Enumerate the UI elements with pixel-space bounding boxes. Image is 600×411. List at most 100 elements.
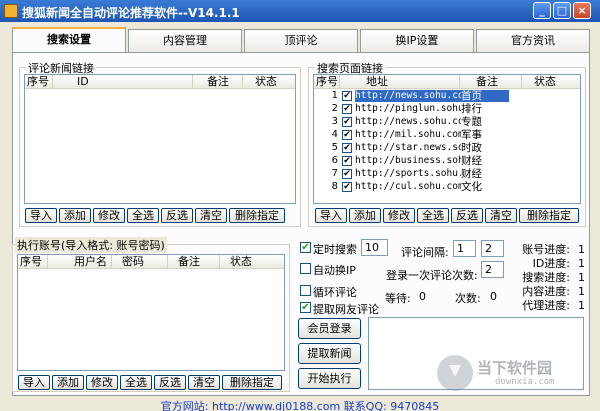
select-all-button[interactable]: 全选 bbox=[417, 208, 449, 223]
row-checkbox[interactable]: ✔ bbox=[342, 130, 352, 140]
timed-search-label: 定时搜索 bbox=[313, 243, 357, 256]
clear-button[interactable]: 清空 bbox=[188, 375, 220, 390]
table-row[interactable]: 5 ✔ http://star.news.so 时政 bbox=[314, 142, 580, 154]
auto-ip-label: 自动换IP bbox=[313, 264, 356, 277]
table-row[interactable]: 8 ✔ http://cul.sohu.com 文化 bbox=[314, 181, 580, 193]
column-header[interactable]: 序号 bbox=[18, 255, 48, 269]
table-row[interactable]: 3 ✔ http://news.sohu.co 专题 bbox=[314, 116, 580, 128]
interval-max-input[interactable]: 2 bbox=[481, 240, 504, 257]
delete-selected-button[interactable]: 删除指定 bbox=[229, 208, 285, 223]
tab-top-comments[interactable]: 顶评论 bbox=[244, 29, 358, 52]
wait-value: 0 bbox=[419, 290, 426, 303]
fetch-comments-checkbox[interactable]: ✔ bbox=[300, 302, 311, 313]
row-url: http://pinglun.sohu bbox=[355, 103, 461, 114]
row-url: http://cul.sohu.com bbox=[355, 181, 461, 192]
row-note: 时政 bbox=[461, 142, 482, 154]
clear-button[interactable]: 清空 bbox=[195, 208, 227, 223]
row-checkbox[interactable]: ✔ bbox=[342, 117, 352, 127]
accounts-list[interactable]: 序号 用户名 密码 备注 状态 bbox=[17, 254, 285, 371]
column-header[interactable]: 备注 bbox=[460, 75, 522, 89]
add-button[interactable]: 添加 bbox=[59, 208, 91, 223]
edit-button[interactable]: 修改 bbox=[86, 375, 118, 390]
import-button[interactable]: 导入 bbox=[315, 208, 347, 223]
login-times-label: 登录一次评论次数: bbox=[386, 269, 478, 282]
row-checkbox[interactable]: ✔ bbox=[342, 143, 352, 153]
count-label: 次数: bbox=[455, 292, 481, 305]
row-checkbox[interactable]: ✔ bbox=[342, 169, 352, 179]
progress-label: 代理进度: bbox=[522, 299, 570, 312]
row-url: http://news.sohu.co bbox=[355, 90, 461, 102]
import-button[interactable]: 导入 bbox=[25, 208, 57, 223]
row-index: 5 bbox=[331, 142, 338, 153]
column-header[interactable]: 状态 bbox=[522, 75, 580, 89]
row-note: 财经 bbox=[461, 155, 482, 167]
row-index: 6 bbox=[331, 155, 338, 166]
edit-button[interactable]: 修改 bbox=[383, 208, 415, 223]
progress-value: 1 bbox=[578, 299, 585, 312]
invert-selection-button[interactable]: 反选 bbox=[154, 375, 186, 390]
column-header[interactable]: 序号 bbox=[314, 75, 340, 89]
row-index: 8 bbox=[331, 181, 338, 192]
minimize-button[interactable]: _ bbox=[533, 2, 551, 19]
import-button[interactable]: 导入 bbox=[18, 375, 50, 390]
loop-comment-checkbox[interactable] bbox=[300, 285, 311, 296]
window-title: 搜狐新闻全自动评论推荐软件--V14.1.1 bbox=[22, 6, 240, 20]
timed-search-checkbox[interactable]: ✔ bbox=[300, 242, 311, 253]
row-checkbox[interactable]: ✔ bbox=[342, 104, 352, 114]
column-header[interactable]: ID bbox=[53, 75, 193, 89]
table-row[interactable]: 7 ✔ http://sports.sohu. 财经 bbox=[314, 168, 580, 180]
row-url: http://mil.sohu.com bbox=[355, 129, 461, 140]
timed-search-input[interactable]: 10 bbox=[361, 239, 388, 256]
row-index: 7 bbox=[331, 168, 338, 179]
select-all-button[interactable]: 全选 bbox=[127, 208, 159, 223]
edit-button[interactable]: 修改 bbox=[93, 208, 125, 223]
row-checkbox[interactable]: ✔ bbox=[342, 182, 352, 192]
invert-selection-button[interactable]: 反选 bbox=[451, 208, 483, 223]
row-checkbox[interactable]: ✔ bbox=[342, 91, 352, 101]
maximize-button[interactable]: □ bbox=[553, 2, 571, 19]
column-header[interactable]: 用户名 bbox=[48, 255, 112, 269]
tab-ip-settings[interactable]: 换IP设置 bbox=[360, 29, 474, 52]
login-times-input[interactable]: 2 bbox=[481, 261, 504, 278]
select-all-button[interactable]: 全选 bbox=[120, 375, 152, 390]
member-login-button[interactable]: 会员登录 bbox=[298, 318, 361, 339]
table-row[interactable]: 6 ✔ http://business.soh 财经 bbox=[314, 155, 580, 167]
table-row[interactable]: 2 ✔ http://pinglun.sohu 排行 bbox=[314, 103, 580, 115]
tab-bar: 搜索设置 内容管理 顶评论 换IP设置 官方资讯 bbox=[12, 27, 590, 52]
footer-contact[interactable]: 官方网站: http://www.dj0188.com 联系QQ: 947084… bbox=[0, 398, 600, 411]
download-icon bbox=[437, 355, 473, 391]
delete-selected-button[interactable]: 删除指定 bbox=[222, 375, 282, 390]
row-note: 财经 bbox=[461, 168, 482, 180]
fetch-news-button[interactable]: 提取新闻 bbox=[298, 343, 361, 364]
row-index: 3 bbox=[331, 116, 338, 127]
comment-links-header: 序号 ID 备注 状态 bbox=[25, 75, 295, 89]
row-url: http://star.news.so bbox=[355, 142, 461, 153]
comment-links-list[interactable]: 序号 ID 备注 状态 bbox=[24, 74, 296, 204]
column-header[interactable]: 状态 bbox=[220, 255, 284, 269]
row-checkbox[interactable]: ✔ bbox=[342, 156, 352, 166]
column-header[interactable]: 备注 bbox=[168, 255, 220, 269]
column-header[interactable]: 序号 bbox=[25, 75, 53, 89]
column-header[interactable]: 密码 bbox=[112, 255, 168, 269]
table-row[interactable]: 4 ✔ http://mil.sohu.com 军事 bbox=[314, 129, 580, 141]
delete-selected-button[interactable]: 删除指定 bbox=[519, 208, 579, 223]
add-button[interactable]: 添加 bbox=[52, 375, 84, 390]
table-row[interactable]: 1 ✔ http://news.sohu.co 首页 bbox=[314, 90, 580, 102]
tab-official-news[interactable]: 官方资讯 bbox=[476, 29, 590, 52]
start-button[interactable]: 开始执行 bbox=[298, 368, 361, 389]
column-header[interactable]: 地址 bbox=[340, 75, 460, 89]
interval-min-input[interactable]: 1 bbox=[453, 240, 476, 257]
auto-ip-checkbox[interactable] bbox=[300, 263, 311, 274]
row-url: http://sports.sohu. bbox=[355, 168, 461, 179]
close-button[interactable]: × bbox=[573, 2, 591, 19]
row-note: 文化 bbox=[461, 181, 482, 193]
search-links-list[interactable]: 序号 地址 备注 状态 1 ✔ http://news.sohu.co 首页 2… bbox=[313, 74, 581, 204]
column-header[interactable]: 状态 bbox=[243, 75, 295, 89]
clear-button[interactable]: 清空 bbox=[485, 208, 517, 223]
invert-selection-button[interactable]: 反选 bbox=[161, 208, 193, 223]
row-note: 排行 bbox=[461, 103, 482, 115]
tab-search-settings[interactable]: 搜索设置 bbox=[12, 27, 126, 52]
tab-content-management[interactable]: 内容管理 bbox=[128, 29, 242, 52]
add-button[interactable]: 添加 bbox=[349, 208, 381, 223]
column-header[interactable]: 备注 bbox=[193, 75, 243, 89]
